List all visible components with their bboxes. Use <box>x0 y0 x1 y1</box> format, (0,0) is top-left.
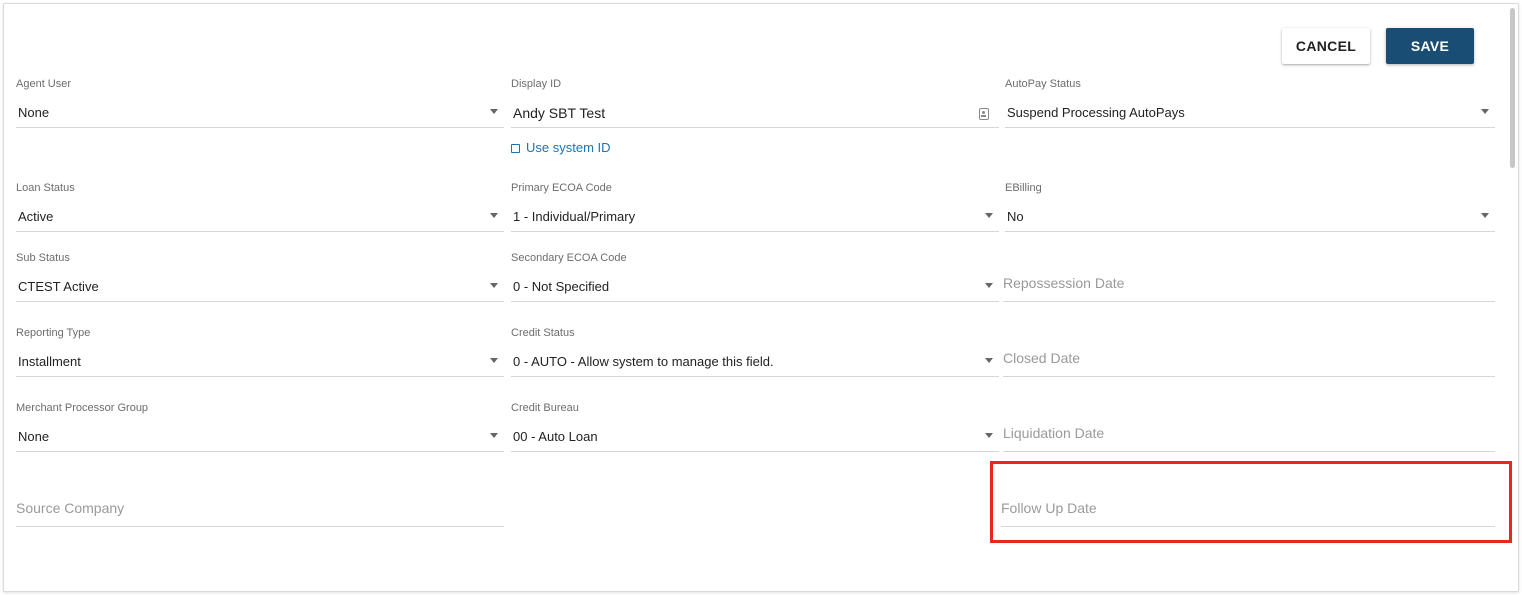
chevron-down-icon <box>490 433 498 438</box>
source-company-field[interactable]: Source Company <box>16 477 504 527</box>
checkbox-icon[interactable] <box>511 143 520 153</box>
sub-status-label: Sub Status <box>16 252 70 264</box>
liquidation-date-placeholder[interactable]: Liquidation Date <box>1003 425 1104 441</box>
autopay-status-value: Suspend Processing AutoPays <box>1007 105 1185 120</box>
primary-ecoa-select[interactable]: Primary ECOA Code 1 - Individual/Primary <box>511 182 999 232</box>
use-system-id-checkbox[interactable]: Use system ID <box>511 140 611 155</box>
highlight-annotation <box>990 461 1512 543</box>
display-id-input[interactable]: Andy SBT Test <box>513 105 605 121</box>
vertical-scrollbar[interactable] <box>1510 8 1515 168</box>
chevron-down-icon <box>1481 213 1489 218</box>
primary-ecoa-label: Primary ECOA Code <box>511 182 612 194</box>
source-company-placeholder[interactable]: Source Company <box>16 500 124 516</box>
merchant-processor-group-label: Merchant Processor Group <box>16 402 149 414</box>
repossession-date-placeholder[interactable]: Repossession Date <box>1003 275 1124 291</box>
credit-bureau-value: 00 - Auto Loan <box>513 429 598 444</box>
closed-date-field[interactable]: Closed Date <box>1003 327 1495 377</box>
chevron-down-icon <box>985 433 993 438</box>
credit-status-select[interactable]: Credit Status 0 - AUTO - Allow system to… <box>511 327 999 377</box>
repossession-date-field[interactable]: Repossession Date <box>1003 252 1495 302</box>
reporting-type-value: Installment <box>18 354 81 369</box>
autopay-status-select[interactable]: AutoPay Status Suspend Processing AutoPa… <box>1005 78 1495 128</box>
agent-user-label: Agent User <box>16 78 72 90</box>
loan-status-value: Active <box>18 209 54 224</box>
credit-status-value: 0 - AUTO - Allow system to manage this f… <box>513 354 774 369</box>
chevron-down-icon <box>490 283 498 288</box>
loan-status-label: Loan Status <box>16 182 75 194</box>
chevron-down-icon <box>490 109 498 114</box>
chevron-down-icon <box>490 213 498 218</box>
agent-user-value: None <box>18 105 50 120</box>
chevron-down-icon <box>1481 109 1489 114</box>
liquidation-date-field[interactable]: Liquidation Date <box>1003 402 1495 452</box>
secondary-ecoa-label: Secondary ECOA Code <box>511 252 627 264</box>
secondary-ecoa-select[interactable]: Secondary ECOA Code 0 - Not Specified <box>511 252 999 302</box>
agent-user-select[interactable]: Agent User None <box>16 78 504 128</box>
reporting-type-label: Reporting Type <box>16 327 91 339</box>
ebilling-select[interactable]: EBilling No <box>1005 182 1495 232</box>
ebilling-value: No <box>1007 209 1024 224</box>
display-id-label: Display ID <box>511 78 562 90</box>
save-button[interactable]: SAVE <box>1386 28 1474 64</box>
cancel-button[interactable]: CANCEL <box>1282 28 1370 64</box>
ebilling-label: EBilling <box>1005 182 1042 194</box>
chevron-down-icon <box>985 213 993 218</box>
secondary-ecoa-value: 0 - Not Specified <box>513 279 610 294</box>
chevron-down-icon <box>985 358 993 363</box>
credit-status-label: Credit Status <box>511 327 575 339</box>
credit-bureau-label: Credit Bureau <box>511 402 579 414</box>
credit-bureau-select[interactable]: Credit Bureau 00 - Auto Loan <box>511 402 999 452</box>
chevron-down-icon <box>490 358 498 363</box>
use-system-id-label[interactable]: Use system ID <box>526 140 611 155</box>
merchant-processor-group-value: None <box>18 429 50 444</box>
sub-status-select[interactable]: Sub Status CTEST Active <box>16 252 504 302</box>
autopay-status-label: AutoPay Status <box>1005 78 1081 90</box>
merchant-processor-group-select[interactable]: Merchant Processor Group None <box>16 402 504 452</box>
reporting-type-select[interactable]: Reporting Type Installment <box>16 327 504 377</box>
primary-ecoa-value: 1 - Individual/Primary <box>513 209 636 224</box>
chevron-down-icon <box>985 283 993 288</box>
closed-date-placeholder[interactable]: Closed Date <box>1003 350 1080 366</box>
id-card-icon[interactable] <box>979 108 989 120</box>
sub-status-value: CTEST Active <box>18 279 99 294</box>
display-id-field[interactable]: Display ID Andy SBT Test <box>511 78 999 128</box>
loan-status-select[interactable]: Loan Status Active <box>16 182 504 232</box>
